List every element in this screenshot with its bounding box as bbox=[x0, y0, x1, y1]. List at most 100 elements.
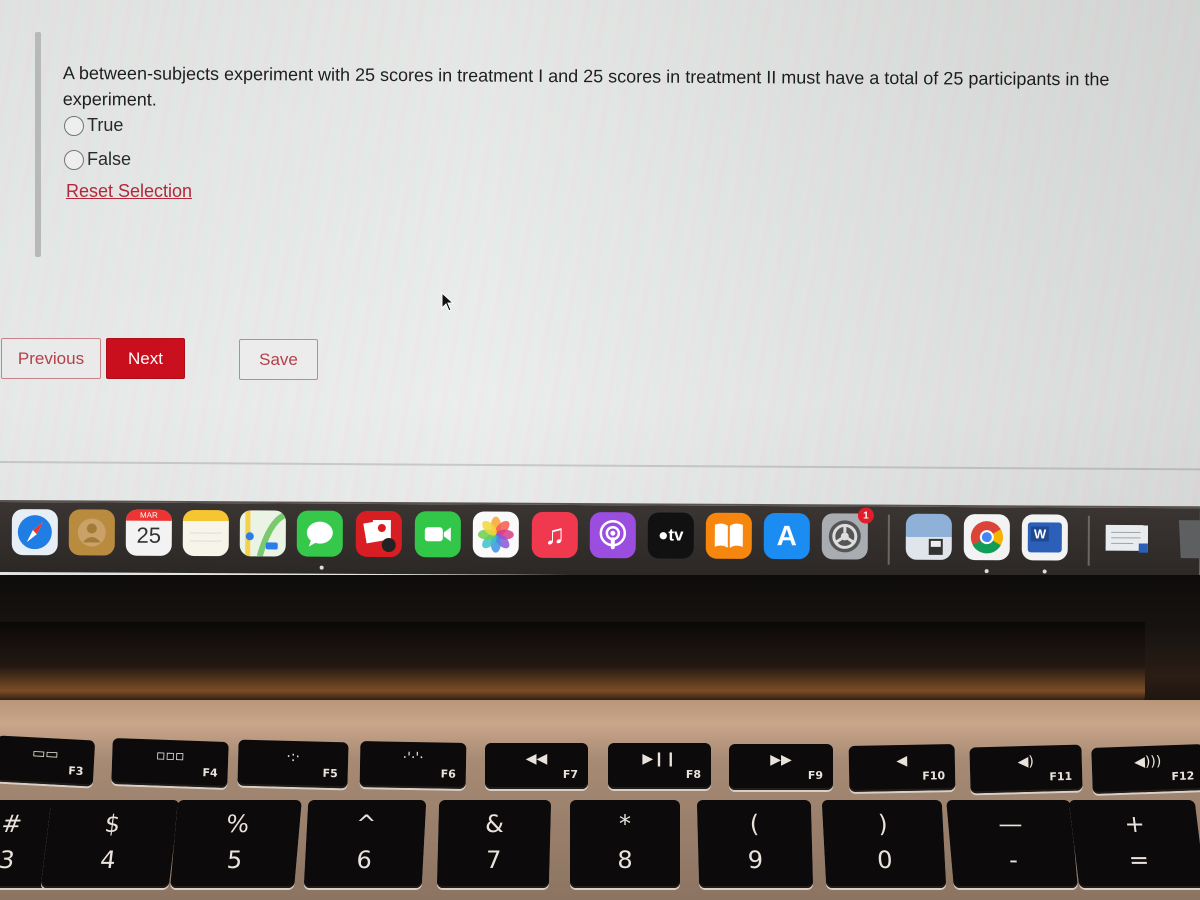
running-indicator bbox=[319, 565, 324, 570]
option-true[interactable]: True bbox=[64, 115, 123, 136]
key-f12[interactable]: ◀))) F12 bbox=[1091, 744, 1200, 794]
key-shift-symbol: — bbox=[997, 810, 1024, 838]
dock-chrome[interactable] bbox=[963, 514, 1010, 561]
radio-false[interactable] bbox=[64, 149, 84, 170]
compass-icon bbox=[17, 515, 52, 550]
podcast-icon bbox=[599, 519, 627, 550]
key-label: F6 bbox=[440, 767, 456, 781]
calendar-icon-day: 25 bbox=[136, 522, 162, 548]
dock-preview[interactable] bbox=[905, 513, 952, 560]
key-number: 9 bbox=[747, 846, 764, 874]
dock-maps[interactable] bbox=[239, 510, 286, 557]
key-5[interactable]: % 5 bbox=[170, 800, 302, 888]
dock-podcasts[interactable] bbox=[589, 512, 636, 559]
key-7[interactable]: & 7 bbox=[436, 800, 552, 888]
launchpad-icon: ▫▫▫ bbox=[155, 747, 185, 765]
document-icon bbox=[1105, 524, 1149, 553]
key-f10[interactable]: ◀ F10 bbox=[848, 744, 956, 792]
key-f5[interactable]: ·:· F5 bbox=[237, 739, 349, 789]
content-divider bbox=[0, 461, 1200, 471]
save-button[interactable]: Save bbox=[239, 339, 318, 380]
play-pause-icon: ▶❙❙ bbox=[642, 751, 677, 767]
calendar-icon-month: MAR bbox=[125, 509, 172, 521]
key-shift-symbol: * bbox=[619, 810, 631, 838]
dock-word[interactable]: W bbox=[1021, 514, 1068, 561]
key-4[interactable]: $ 4 bbox=[40, 800, 180, 888]
volume-down-icon: ◀) bbox=[1017, 753, 1035, 771]
map-icon bbox=[245, 510, 286, 557]
key-f3[interactable]: ▭▭ F3 bbox=[0, 735, 96, 787]
radio-true[interactable] bbox=[64, 115, 84, 136]
dock: MAR 25 ♫ ● tv A 1 W bbox=[0, 500, 1200, 579]
key-6[interactable]: ^ 6 bbox=[303, 800, 427, 888]
dock-system-preferences[interactable]: 1 bbox=[821, 507, 874, 560]
key-number: - bbox=[1007, 846, 1019, 874]
dock-apple-tv[interactable]: ● tv bbox=[647, 512, 694, 559]
dock-facetime[interactable] bbox=[414, 511, 461, 558]
dock-safari[interactable] bbox=[11, 509, 58, 556]
dock-calendar[interactable]: MAR 25 bbox=[125, 509, 172, 556]
dock-contacts[interactable] bbox=[68, 509, 115, 556]
dock-trash[interactable] bbox=[1168, 515, 1200, 561]
option-false-label: False bbox=[87, 149, 132, 169]
dock-music[interactable]: ♫ bbox=[531, 511, 578, 559]
key-f11[interactable]: ◀) F11 bbox=[969, 744, 1083, 794]
option-false[interactable]: False bbox=[64, 149, 131, 170]
preview-icon bbox=[928, 538, 943, 555]
key-f8[interactable]: ▶❙❙ F8 bbox=[608, 743, 711, 789]
rewind-icon: ◀◀ bbox=[525, 751, 548, 767]
music-note-icon: ♫ bbox=[544, 518, 566, 550]
key-shift-symbol: ) bbox=[877, 810, 889, 838]
key-0[interactable]: ) 0 bbox=[821, 800, 947, 888]
key-shift-symbol: $ bbox=[103, 810, 122, 838]
laptop-hinge bbox=[0, 622, 1145, 710]
key-minus[interactable]: — - bbox=[946, 800, 1078, 888]
key-shift-symbol: & bbox=[484, 810, 505, 838]
key-label: F5 bbox=[322, 766, 338, 781]
key-label: F7 bbox=[562, 768, 578, 781]
mouse-cursor-icon bbox=[441, 292, 455, 312]
key-f7[interactable]: ◀◀ F7 bbox=[485, 743, 588, 789]
key-number: 0 bbox=[876, 846, 894, 874]
dock-photos[interactable] bbox=[472, 511, 519, 558]
key-equals[interactable]: + = bbox=[1068, 800, 1200, 888]
keyboard-brightness-up-icon: ·'·'· bbox=[402, 749, 424, 767]
notification-badge: 1 bbox=[857, 507, 874, 524]
key-label: F8 bbox=[685, 768, 701, 781]
book-icon bbox=[714, 523, 743, 548]
dock-document[interactable] bbox=[1104, 515, 1150, 561]
word-icon: W bbox=[1027, 522, 1062, 553]
key-number: 6 bbox=[355, 846, 373, 874]
previous-button[interactable]: Previous bbox=[1, 338, 101, 379]
reset-selection-link[interactable]: Reset Selection bbox=[66, 181, 192, 202]
photo-booth-icon bbox=[363, 519, 396, 553]
key-shift-symbol: % bbox=[225, 810, 251, 838]
key-9[interactable]: ( 9 bbox=[696, 800, 814, 888]
apple-tv-label: tv bbox=[668, 525, 684, 545]
key-number: = bbox=[1127, 846, 1151, 874]
keyboard-brightness-down-icon: ·:· bbox=[286, 748, 301, 766]
fast-forward-icon: ▶▶ bbox=[770, 752, 792, 768]
question-border bbox=[35, 32, 41, 257]
dock-notes[interactable] bbox=[182, 509, 229, 557]
video-camera-icon bbox=[424, 527, 451, 542]
chrome-icon bbox=[970, 521, 1003, 554]
dock-separator-2 bbox=[1087, 515, 1090, 566]
key-f6[interactable]: ·'·'· F6 bbox=[359, 741, 467, 789]
key-label: F9 bbox=[807, 769, 823, 782]
dock-app-store[interactable]: A bbox=[763, 513, 810, 560]
key-number: 5 bbox=[225, 846, 244, 874]
key-8[interactable]: * 8 bbox=[570, 800, 680, 888]
key-label: F11 bbox=[1049, 769, 1073, 784]
key-label: F10 bbox=[922, 769, 946, 783]
dock-photo-booth[interactable] bbox=[355, 510, 402, 558]
key-f4[interactable]: ▫▫▫ F4 bbox=[111, 737, 229, 789]
dock-books[interactable] bbox=[705, 512, 752, 559]
next-button[interactable]: Next bbox=[106, 338, 185, 379]
key-shift-symbol: ( bbox=[749, 810, 760, 838]
contacts-icon bbox=[77, 518, 106, 547]
key-f9[interactable]: ▶▶ F9 bbox=[729, 744, 833, 790]
key-shift-symbol: + bbox=[1122, 810, 1147, 838]
dock-messages[interactable] bbox=[296, 510, 343, 557]
key-number: 4 bbox=[98, 846, 118, 874]
